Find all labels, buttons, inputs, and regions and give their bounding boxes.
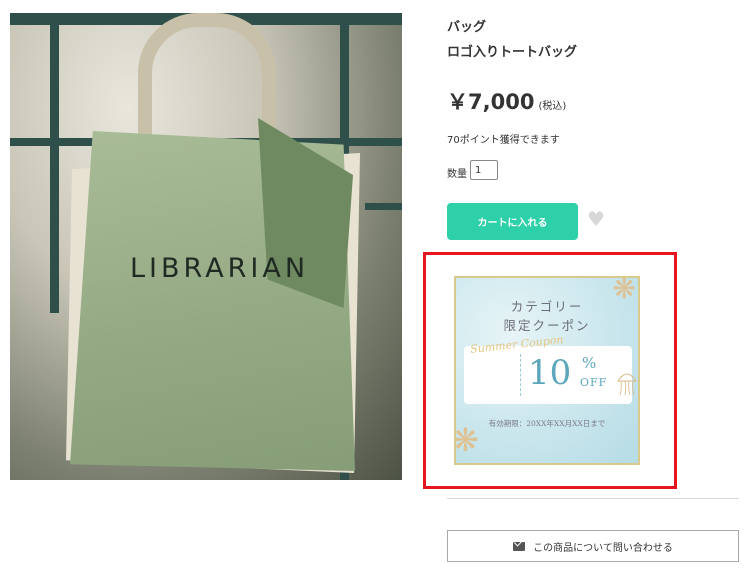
add-to-cart-button[interactable]: カートに入れる	[447, 203, 578, 240]
coupon-expiry: 有効期限：20XX年XX月XX日まで	[488, 419, 606, 428]
coupon-off-label: OFF	[580, 376, 608, 389]
window-frame	[365, 203, 402, 210]
price-tax-note: (税込)	[538, 101, 567, 112]
price-value: ￥7,000	[447, 90, 535, 114]
jellyfish-icon	[617, 373, 637, 396]
product-price: ￥7,000 (税込)	[447, 86, 566, 116]
coupon-ticket: 10 % OFF	[464, 346, 632, 404]
coupon-title-line1: カテゴリー	[510, 299, 584, 314]
bag-logo-text: LIBRARIAN	[130, 253, 310, 284]
mail-icon	[513, 541, 526, 551]
product-image: LIBRARIAN	[10, 13, 402, 480]
ticket-divider	[520, 354, 521, 396]
coupon-percent-sign: %	[582, 354, 597, 372]
product-name: ロゴ入りトートバッグ	[447, 45, 578, 60]
quantity-label: 数量	[447, 169, 467, 180]
inquiry-button[interactable]: この商品について問い合わせる	[447, 530, 739, 562]
product-category: バッグ	[447, 20, 487, 35]
heart-icon[interactable]: ♥	[587, 209, 605, 229]
coupon-banner[interactable]: ❋ ❋ カテゴリー 限定クーポン 10 % OFF Summer Coupon …	[454, 276, 640, 465]
section-divider	[447, 498, 739, 499]
quantity-input[interactable]	[470, 160, 498, 180]
coupon-discount-number: 10	[528, 353, 572, 393]
window-frame	[50, 13, 59, 313]
coupon-title-line2: 限定クーポン	[503, 318, 591, 333]
inquiry-label: この商品について問い合わせる	[533, 542, 673, 554]
points-note: 70ポイント獲得できます	[447, 135, 560, 146]
